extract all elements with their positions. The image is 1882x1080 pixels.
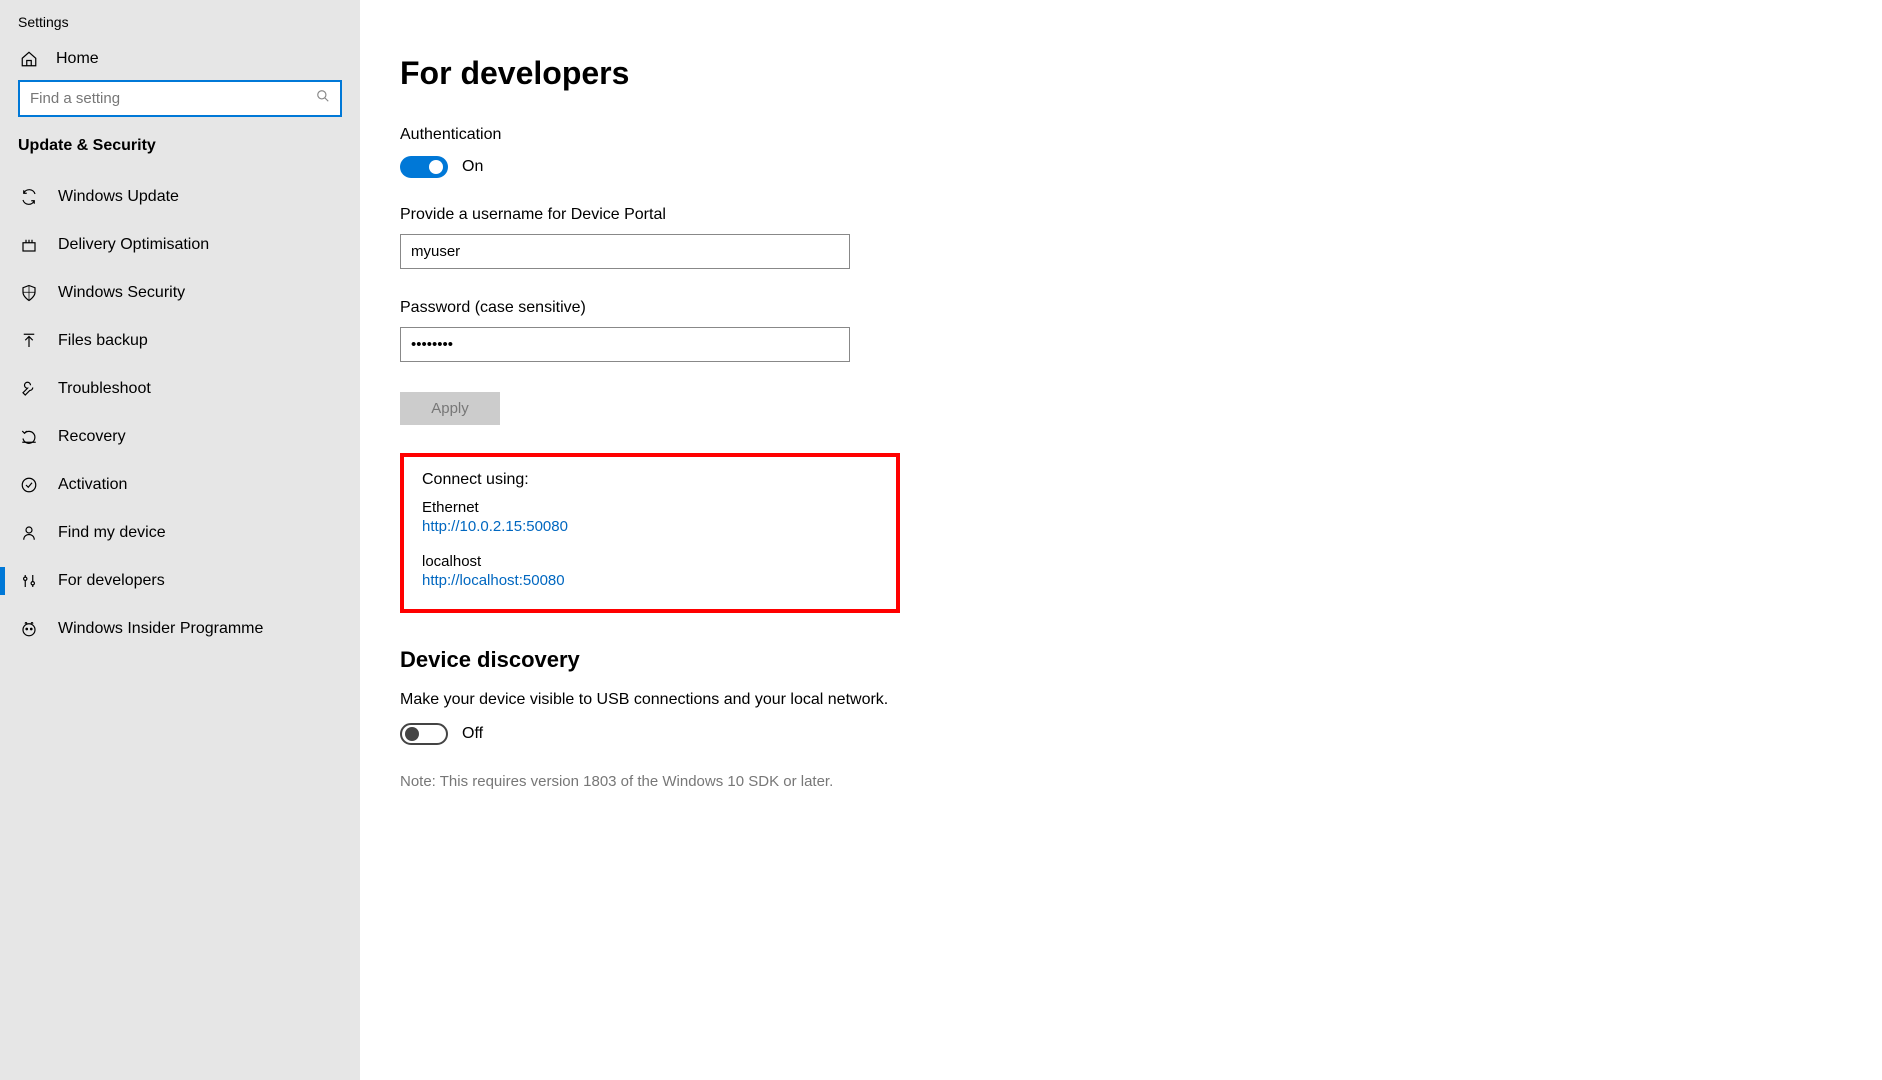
- discovery-toggle[interactable]: [400, 723, 448, 745]
- connect-group-ethernet: Ethernet http://10.0.2.15:50080: [422, 499, 878, 535]
- sidebar-item-windows-security[interactable]: Windows Security: [0, 269, 360, 317]
- sidebar-item-label: Windows Security: [58, 284, 185, 302]
- sidebar-item-label: For developers: [58, 572, 165, 590]
- connect-group-localhost: localhost http://localhost:50080: [422, 553, 878, 589]
- page-title: For developers: [400, 55, 1842, 92]
- connect-link-ethernet[interactable]: http://10.0.2.15:50080: [422, 518, 878, 535]
- app-title: Settings: [0, 0, 360, 38]
- password-label: Password (case sensitive): [400, 299, 1842, 317]
- sidebar-home[interactable]: Home: [0, 38, 360, 80]
- connect-heading: Connect using:: [422, 471, 878, 489]
- password-input[interactable]: [400, 327, 850, 362]
- sidebar: Settings Home Update & Security Windows …: [0, 0, 360, 1080]
- sync-icon: [18, 188, 40, 206]
- developers-icon: [18, 572, 40, 590]
- connect-using-box: Connect using: Ethernet http://10.0.2.15…: [400, 453, 900, 613]
- delivery-icon: [18, 236, 40, 254]
- sidebar-item-label: Delivery Optimisation: [58, 236, 209, 254]
- shield-icon: [18, 284, 40, 302]
- auth-toggle-row: On: [400, 156, 1842, 178]
- username-label: Provide a username for Device Portal: [400, 206, 1842, 224]
- sidebar-item-find-my-device[interactable]: Find my device: [0, 509, 360, 557]
- discovery-toggle-state: Off: [462, 725, 483, 743]
- sidebar-item-delivery-optimisation[interactable]: Delivery Optimisation: [0, 221, 360, 269]
- sidebar-item-label: Files backup: [58, 332, 148, 350]
- search-input[interactable]: [18, 80, 342, 117]
- insider-icon: [18, 620, 40, 638]
- username-input[interactable]: [400, 234, 850, 269]
- search-wrap: [0, 80, 360, 135]
- find-device-icon: [18, 524, 40, 542]
- sidebar-item-label: Windows Insider Programme: [58, 620, 263, 638]
- sidebar-category: Update & Security: [0, 135, 360, 173]
- sidebar-item-label: Activation: [58, 476, 127, 494]
- sidebar-item-activation[interactable]: Activation: [0, 461, 360, 509]
- connect-name: Ethernet: [422, 499, 878, 516]
- sidebar-item-label: Recovery: [58, 428, 126, 446]
- discovery-heading: Device discovery: [400, 647, 1842, 673]
- sidebar-item-for-developers[interactable]: For developers: [0, 557, 360, 605]
- auth-toggle-state: On: [462, 158, 483, 176]
- sidebar-item-label: Troubleshoot: [58, 380, 151, 398]
- activation-icon: [18, 476, 40, 494]
- troubleshoot-icon: [18, 380, 40, 398]
- discovery-note: Note: This requires version 1803 of the …: [400, 773, 1842, 790]
- sidebar-item-files-backup[interactable]: Files backup: [0, 317, 360, 365]
- connect-name: localhost: [422, 553, 878, 570]
- recovery-icon: [18, 428, 40, 446]
- discovery-toggle-row: Off: [400, 723, 1842, 745]
- sidebar-item-windows-update[interactable]: Windows Update: [0, 173, 360, 221]
- auth-label: Authentication: [400, 126, 1842, 144]
- auth-toggle[interactable]: [400, 156, 448, 178]
- backup-icon: [18, 332, 40, 350]
- main-content: For developers Authentication On Provide…: [360, 0, 1882, 1080]
- home-icon: [18, 50, 40, 68]
- sidebar-item-troubleshoot[interactable]: Troubleshoot: [0, 365, 360, 413]
- connect-link-localhost[interactable]: http://localhost:50080: [422, 572, 878, 589]
- sidebar-nav: Windows Update Delivery Optimisation Win…: [0, 173, 360, 653]
- sidebar-item-insider[interactable]: Windows Insider Programme: [0, 605, 360, 653]
- sidebar-home-label: Home: [56, 50, 99, 68]
- sidebar-item-label: Windows Update: [58, 188, 179, 206]
- sidebar-item-label: Find my device: [58, 524, 166, 542]
- discovery-desc: Make your device visible to USB connecti…: [400, 691, 1842, 709]
- sidebar-item-recovery[interactable]: Recovery: [0, 413, 360, 461]
- apply-button[interactable]: Apply: [400, 392, 500, 425]
